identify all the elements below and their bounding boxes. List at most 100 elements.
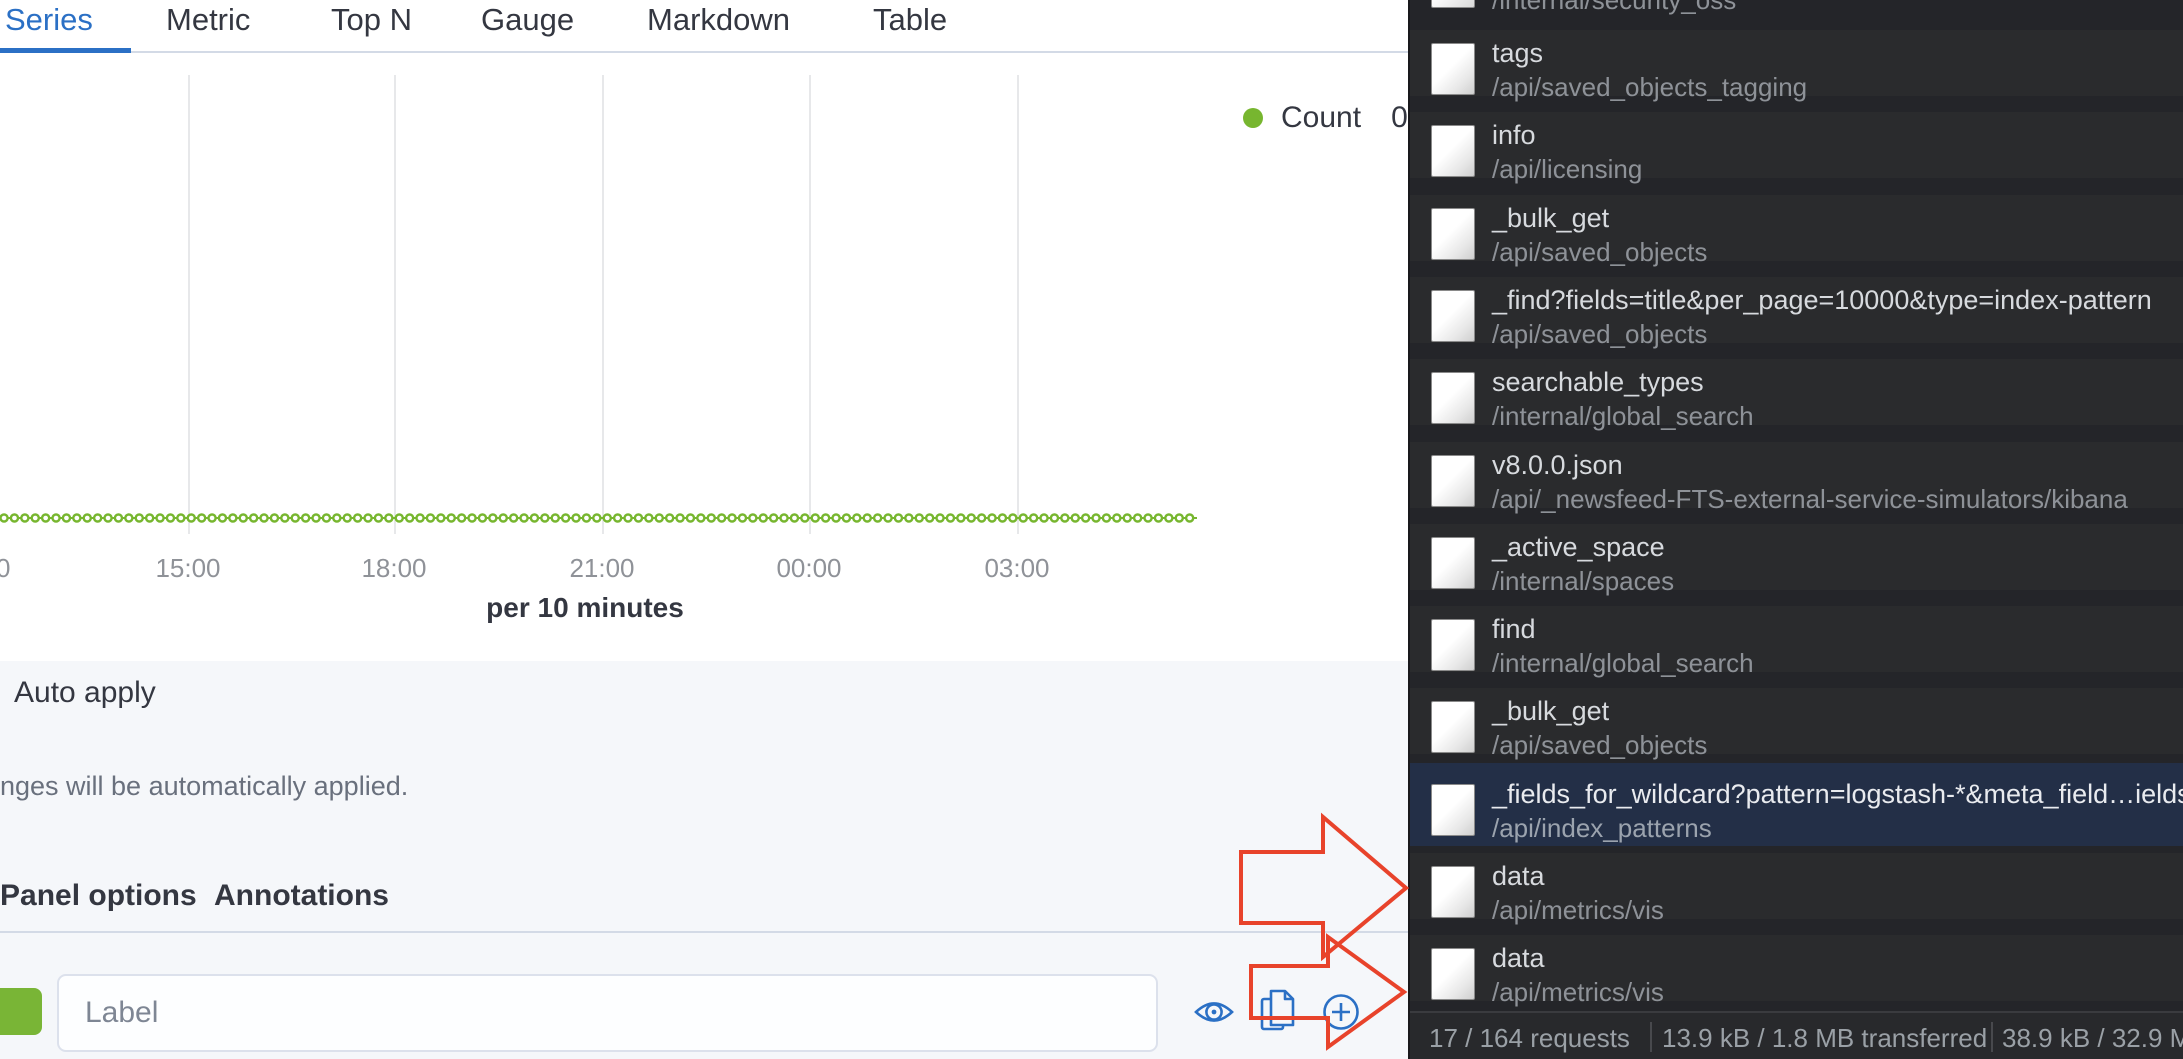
x-axis-tick: 18:00 (361, 553, 427, 583)
network-request-row[interactable]: info/api/licensing (1410, 104, 2183, 187)
request-row-content: data/api/metrics/vis (1410, 935, 2183, 1007)
timeseries-chart (0, 513, 1201, 523)
request-name: searchable_types (1492, 367, 1704, 398)
network-request-row[interactable]: _active_space/internal/spaces (1410, 516, 2183, 599)
request-checkbox[interactable] (1431, 0, 1475, 8)
visualization-type-tabbar: Series Metric Top N Gauge Markdown Table (0, 0, 1408, 53)
request-name: info (1492, 120, 1536, 151)
request-checkbox[interactable] (1431, 372, 1475, 425)
devtools-network-panel: /internal/security_oss tags/api/saved_ob… (1408, 0, 2183, 1059)
network-request-row[interactable]: tags/api/saved_objects_tagging (1410, 22, 2183, 105)
panel-tab-annotations[interactable]: Annotations (214, 879, 389, 913)
status-resources: 38.9 kB / 32.9 MB (2002, 1023, 2183, 1053)
status-request-count: 17 / 164 requests (1429, 1023, 1630, 1053)
clone-icon[interactable] (1259, 988, 1299, 1036)
request-row-content: info/api/licensing (1410, 112, 2183, 184)
tab-series[interactable]: Series (5, 2, 93, 38)
request-url: /internal/global_search (1492, 648, 1754, 679)
request-url: /api/licensing (1492, 154, 1643, 185)
network-status-bar: 17 / 164 requests 13.9 kB / 1.8 MB trans… (1410, 1011, 2183, 1059)
request-checkbox[interactable] (1431, 125, 1475, 178)
network-request-row[interactable]: _bulk_get/api/saved_objects (1410, 680, 2183, 763)
request-url: /api/saved_objects (1492, 236, 1708, 267)
section-divider (0, 931, 1408, 933)
request-row-content: find/internal/global_search (1410, 606, 2183, 678)
request-checkbox[interactable] (1431, 43, 1475, 95)
request-name: _find?fields=title&per_page=10000&type=i… (1492, 284, 2152, 315)
request-url: /api/saved_objects (1492, 318, 1708, 349)
request-url: /api/_newsfeed-FTS-external-service-simu… (1492, 483, 2128, 514)
status-separator (1991, 1022, 1993, 1052)
x-axis-tick: 15:00 (155, 553, 221, 583)
request-url: /api/index_patterns (1492, 812, 1712, 843)
request-checkbox[interactable] (1431, 536, 1475, 589)
legend-series-dot (1243, 108, 1263, 128)
request-name: _active_space (1492, 531, 1665, 562)
status-separator (1650, 1022, 1652, 1052)
request-url-partial: /internal/security_oss (1492, 0, 1737, 15)
network-request-row[interactable]: data/api/metrics/vis (1410, 927, 2183, 1010)
x-axis-tick: 21:00 (569, 553, 635, 583)
tab-gauge[interactable]: Gauge (481, 2, 574, 38)
request-row-content: data/api/metrics/vis (1410, 853, 2183, 925)
request-row-content: searchable_types/internal/global_search (1410, 359, 2183, 431)
network-request-row[interactable]: data/api/metrics/vis (1410, 845, 2183, 928)
request-name: data (1492, 861, 1545, 891)
request-name: find (1492, 614, 1536, 645)
network-request-row[interactable]: _fields_for_wildcard?pattern=logstash-*&… (1410, 762, 2183, 846)
network-request-row[interactable]: find/internal/global_search (1410, 598, 2183, 681)
series-color-swatch[interactable] (0, 988, 42, 1035)
series-label-input[interactable] (57, 974, 1158, 1052)
auto-apply-label: Auto apply (14, 676, 156, 709)
request-checkbox[interactable] (1431, 289, 1475, 342)
tab-top-n[interactable]: Top N (331, 2, 412, 38)
request-row-content: _active_space/internal/spaces (1410, 523, 2183, 596)
x-axis-label: per 10 minutes (486, 592, 684, 623)
request-url: /api/metrics/vis (1492, 977, 1664, 1008)
request-name: _bulk_get (1492, 696, 1610, 727)
auto-apply-description: nges will be automatically applied. (0, 771, 409, 801)
request-checkbox[interactable] (1431, 619, 1475, 672)
x-axis-tick: 00:00 (776, 553, 842, 583)
legend-series-label: Count (1281, 101, 1362, 134)
request-url: /internal/global_search (1492, 401, 1754, 432)
network-request-row[interactable]: _find?fields=title&per_page=10000&type=i… (1410, 269, 2183, 352)
x-axis-tick: 03:00 (984, 553, 1050, 583)
request-checkbox[interactable] (1431, 454, 1475, 507)
screenshot-root: Series Metric Top N Gauge Markdown Table Coun… (0, 0, 2183, 1059)
chart-gridline (394, 75, 396, 534)
chart-gridline (188, 75, 190, 534)
request-url: /api/metrics/vis (1492, 895, 1664, 925)
request-checkbox[interactable] (1431, 783, 1475, 836)
request-name: _bulk_get (1492, 202, 1610, 233)
active-tab-underline (0, 48, 131, 53)
tab-metric[interactable]: Metric (166, 2, 250, 38)
panel-tab-panel-options[interactable]: Panel options (0, 879, 197, 913)
request-name: v8.0.0.json (1492, 449, 1623, 480)
chart-legend[interactable]: Count 0 (1243, 98, 1408, 138)
request-row-content: _find?fields=title&per_page=10000&type=i… (1410, 276, 2183, 349)
x-axis-tick-partial: 0 (0, 553, 11, 583)
request-name: data (1492, 943, 1545, 974)
plus-in-circle-icon[interactable] (1321, 992, 1361, 1032)
request-checkbox[interactable] (1431, 207, 1475, 260)
request-url: /api/saved_objects_tagging (1492, 72, 1808, 102)
request-row-content: v8.0.0.json/api/_newsfeed-FTS-external-s… (1410, 441, 2183, 514)
request-url: /internal/spaces (1492, 565, 1675, 596)
request-checkbox[interactable] (1431, 701, 1475, 754)
network-request-row[interactable]: _bulk_get/api/saved_objects (1410, 187, 2183, 270)
tab-table[interactable]: Table (873, 2, 947, 38)
status-transferred: 13.9 kB / 1.8 MB transferred (1662, 1023, 1988, 1053)
eye-icon[interactable] (1193, 994, 1235, 1030)
tab-markdown[interactable]: Markdown (647, 2, 790, 38)
request-name: _fields_for_wildcard?pattern=logstash-*&… (1492, 778, 2183, 809)
network-request-row[interactable]: searchable_types/internal/global_search (1410, 351, 2183, 434)
network-request-row[interactable]: v8.0.0.json/api/_newsfeed-FTS-external-s… (1410, 434, 2183, 517)
request-checkbox[interactable] (1431, 866, 1475, 918)
request-row-content: _bulk_get/api/saved_objects (1410, 688, 2183, 760)
request-row-content: tags/api/saved_objects_tagging (1410, 30, 2183, 102)
request-url: /api/saved_objects (1492, 730, 1708, 761)
request-checkbox[interactable] (1431, 948, 1475, 1001)
request-row-content: _bulk_get/api/saved_objects (1410, 194, 2183, 267)
chart-gridline (602, 75, 604, 534)
